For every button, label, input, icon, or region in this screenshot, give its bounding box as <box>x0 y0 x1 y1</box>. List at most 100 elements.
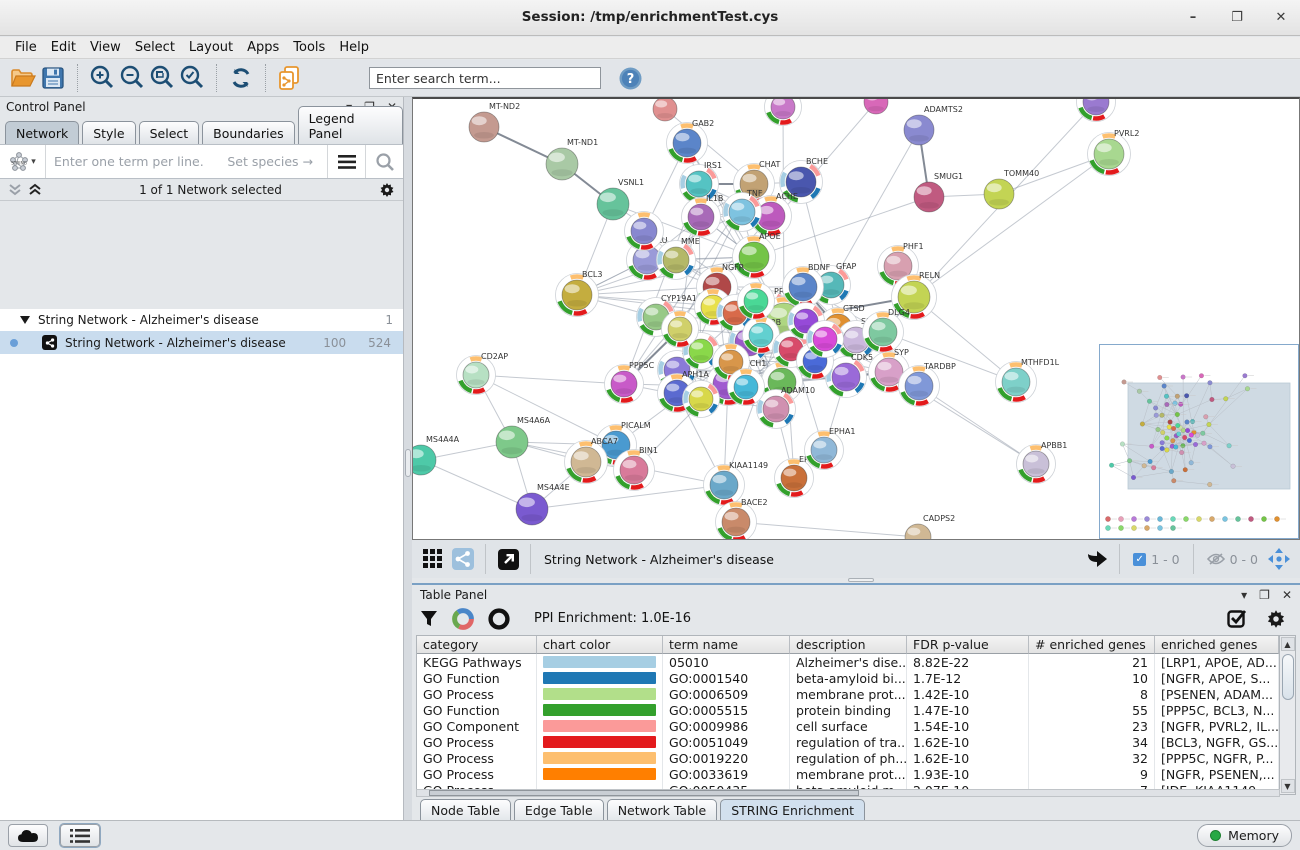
column-header-FDR-p-value[interactable]: FDR p-value <box>907 636 1029 654</box>
column-header-description[interactable]: description <box>790 636 907 654</box>
menu-item-select[interactable]: Select <box>128 38 182 57</box>
collapse-all-icon[interactable] <box>8 183 22 197</box>
close-button[interactable]: ✕ <box>1270 6 1292 28</box>
export-network-icon[interactable] <box>1082 544 1112 574</box>
refresh-icon[interactable] <box>226 63 256 93</box>
help-icon[interactable]: ? <box>615 63 645 93</box>
cloud-button[interactable] <box>8 824 48 847</box>
scroll-up-icon[interactable]: ▲ <box>1281 637 1295 651</box>
network-node-MTHFD1L[interactable]: MTHFD1L <box>996 358 1060 403</box>
table-row[interactable]: GO FunctionGO:0005515protein binding1.47… <box>417 702 1279 718</box>
table-row[interactable]: GO ProcessGO:0019220regulation of ph...1… <box>417 750 1279 766</box>
network-node[interactable] <box>765 99 802 126</box>
clone-network-icon[interactable] <box>275 63 305 93</box>
select-all-check-icon[interactable] <box>1227 608 1248 629</box>
network-node-MS4A6A[interactable]: MS4A6A <box>496 416 551 458</box>
table-vertical-scrollbar[interactable]: ▲ ▼ <box>1279 636 1295 794</box>
hscrollbar-thumb[interactable] <box>429 790 859 796</box>
network-node-MT-ND2[interactable]: MT-ND2 <box>469 102 520 142</box>
filter-icon[interactable] <box>420 610 438 628</box>
open-in-new-icon[interactable] <box>493 544 523 574</box>
scrollbar-thumb[interactable] <box>1282 654 1294 700</box>
tab-string-enrichment[interactable]: STRING Enrichment <box>720 799 865 822</box>
network-node[interactable] <box>1077 99 1116 122</box>
network-node[interactable] <box>738 283 775 320</box>
menu-item-apps[interactable]: Apps <box>240 38 286 57</box>
tab-edge-table[interactable]: Edge Table <box>514 799 604 822</box>
network-node-MS4A4E[interactable]: MS4A4E <box>516 483 570 525</box>
network-node-SMUG1[interactable]: SMUG1 <box>914 172 963 212</box>
network-canvas[interactable]: MT-ND2MT-ND1VSNL1GAB2IRS1CHATBCHEACHETNF… <box>412 97 1300 540</box>
menu-item-layout[interactable]: Layout <box>182 38 240 57</box>
menu-item-help[interactable]: Help <box>332 38 376 57</box>
network-node-GAB2[interactable]: GAB2 <box>667 119 715 164</box>
ring-chart-icon[interactable] <box>488 608 510 630</box>
navigate-icon[interactable] <box>1264 544 1294 574</box>
table-row[interactable]: GO ProcessGO:0006509membrane prot...1.42… <box>417 686 1279 702</box>
network-node-ADAMTS2[interactable]: ADAMTS2 <box>904 105 963 145</box>
table-panel-close-icon[interactable]: ✕ <box>1282 588 1292 602</box>
string-term-input[interactable] <box>46 154 327 169</box>
table-horizontal-scrollbar[interactable] <box>416 789 1280 797</box>
network-options-gear-icon[interactable] <box>379 182 395 198</box>
table-panel-menu-icon[interactable]: ▾ <box>1241 588 1247 602</box>
network-node-MS4A4A[interactable]: MS4A4A <box>413 435 460 475</box>
network-node-PVRL2[interactable]: PVRL2 <box>1088 129 1140 176</box>
network-node-CD2AP[interactable]: CD2AP <box>457 352 509 395</box>
maximize-button[interactable]: ❐ <box>1226 6 1248 28</box>
network-node-PPP5C[interactable]: PPP5C <box>605 361 655 404</box>
string-options-icon[interactable] <box>327 145 365 178</box>
string-search-icon[interactable] <box>365 145 403 178</box>
column-header-category[interactable]: category <box>417 636 537 654</box>
table-row[interactable]: KEGG Pathways05010Alzheimer's dise...8.8… <box>417 654 1279 670</box>
network-node-BCL3[interactable]: BCL3 <box>556 270 603 317</box>
expand-all-icon[interactable] <box>28 183 42 197</box>
table-row[interactable]: GO ComponentGO:0009986cell surface1.54E-… <box>417 718 1279 734</box>
search-input[interactable] <box>369 67 601 89</box>
network-node[interactable] <box>807 321 844 358</box>
network-node-MT-ND1[interactable]: MT-ND1 <box>546 138 598 180</box>
network-node-TOMM40[interactable]: TOMM40 <box>984 169 1039 209</box>
network-node[interactable] <box>662 311 699 348</box>
zoom-fit-icon[interactable] <box>147 63 177 93</box>
share-network-icon[interactable] <box>448 544 478 574</box>
tab-node-table[interactable]: Node Table <box>420 799 511 822</box>
table-row[interactable]: GO ProcessGO:0033619membrane prot...1.93… <box>417 766 1279 782</box>
column-header-enriched-genes[interactable]: enriched genes <box>1155 636 1279 654</box>
zoom-selected-icon[interactable] <box>177 63 207 93</box>
menu-item-edit[interactable]: Edit <box>44 38 83 57</box>
menu-item-view[interactable]: View <box>83 38 128 57</box>
menu-item-tools[interactable]: Tools <box>286 38 332 57</box>
enrichment-chart-icon[interactable] <box>452 608 474 630</box>
network-node-ADAM10[interactable]: ADAM10 <box>757 386 816 429</box>
zoom-out-icon[interactable] <box>117 63 147 93</box>
network-node[interactable] <box>625 212 664 251</box>
menu-item-file[interactable]: File <box>8 38 44 57</box>
zoom-in-icon[interactable] <box>87 63 117 93</box>
column-header-chart-color[interactable]: chart color <box>537 636 663 654</box>
network-node[interactable] <box>728 369 765 406</box>
tab-boundaries[interactable]: Boundaries <box>202 121 294 144</box>
string-database-icon[interactable]: STRING ▾ <box>0 145 46 178</box>
save-session-icon[interactable] <box>38 63 68 93</box>
tab-network-table[interactable]: Network Table <box>607 799 718 822</box>
minimize-button[interactable]: – <box>1182 6 1204 28</box>
network-node-CADPS2[interactable]: CADPS2 <box>905 514 955 539</box>
memory-button[interactable]: Memory <box>1197 824 1292 847</box>
network-node[interactable] <box>683 381 720 418</box>
table-row[interactable]: GO FunctionGO:0001540beta-amyloid bi...1… <box>417 670 1279 686</box>
tab-style[interactable]: Style <box>82 121 135 144</box>
tab-legend-panel[interactable]: Legend Panel <box>298 106 403 144</box>
column-header-term-name[interactable]: term name <box>663 636 790 654</box>
panel-splitter[interactable] <box>404 97 412 820</box>
birds-eye-view[interactable] <box>1099 344 1299 539</box>
collection-row[interactable]: String Network - Alzheimer's disease 1 <box>0 309 403 331</box>
task-history-button[interactable] <box>60 824 100 847</box>
network-row-selected[interactable]: String Network - Alzheimer's disease 100… <box>0 331 403 354</box>
network-node-DLG4[interactable]: DLG4 <box>863 308 910 353</box>
splitter-handle[interactable] <box>405 449 411 477</box>
network-node-APBB1[interactable]: APBB1 <box>1017 441 1068 484</box>
tab-network[interactable]: Network <box>5 121 79 144</box>
table-row[interactable]: GO ProcessGO:0051049regulation of tra...… <box>417 734 1279 750</box>
scroll-down-icon[interactable]: ▼ <box>1281 779 1295 793</box>
